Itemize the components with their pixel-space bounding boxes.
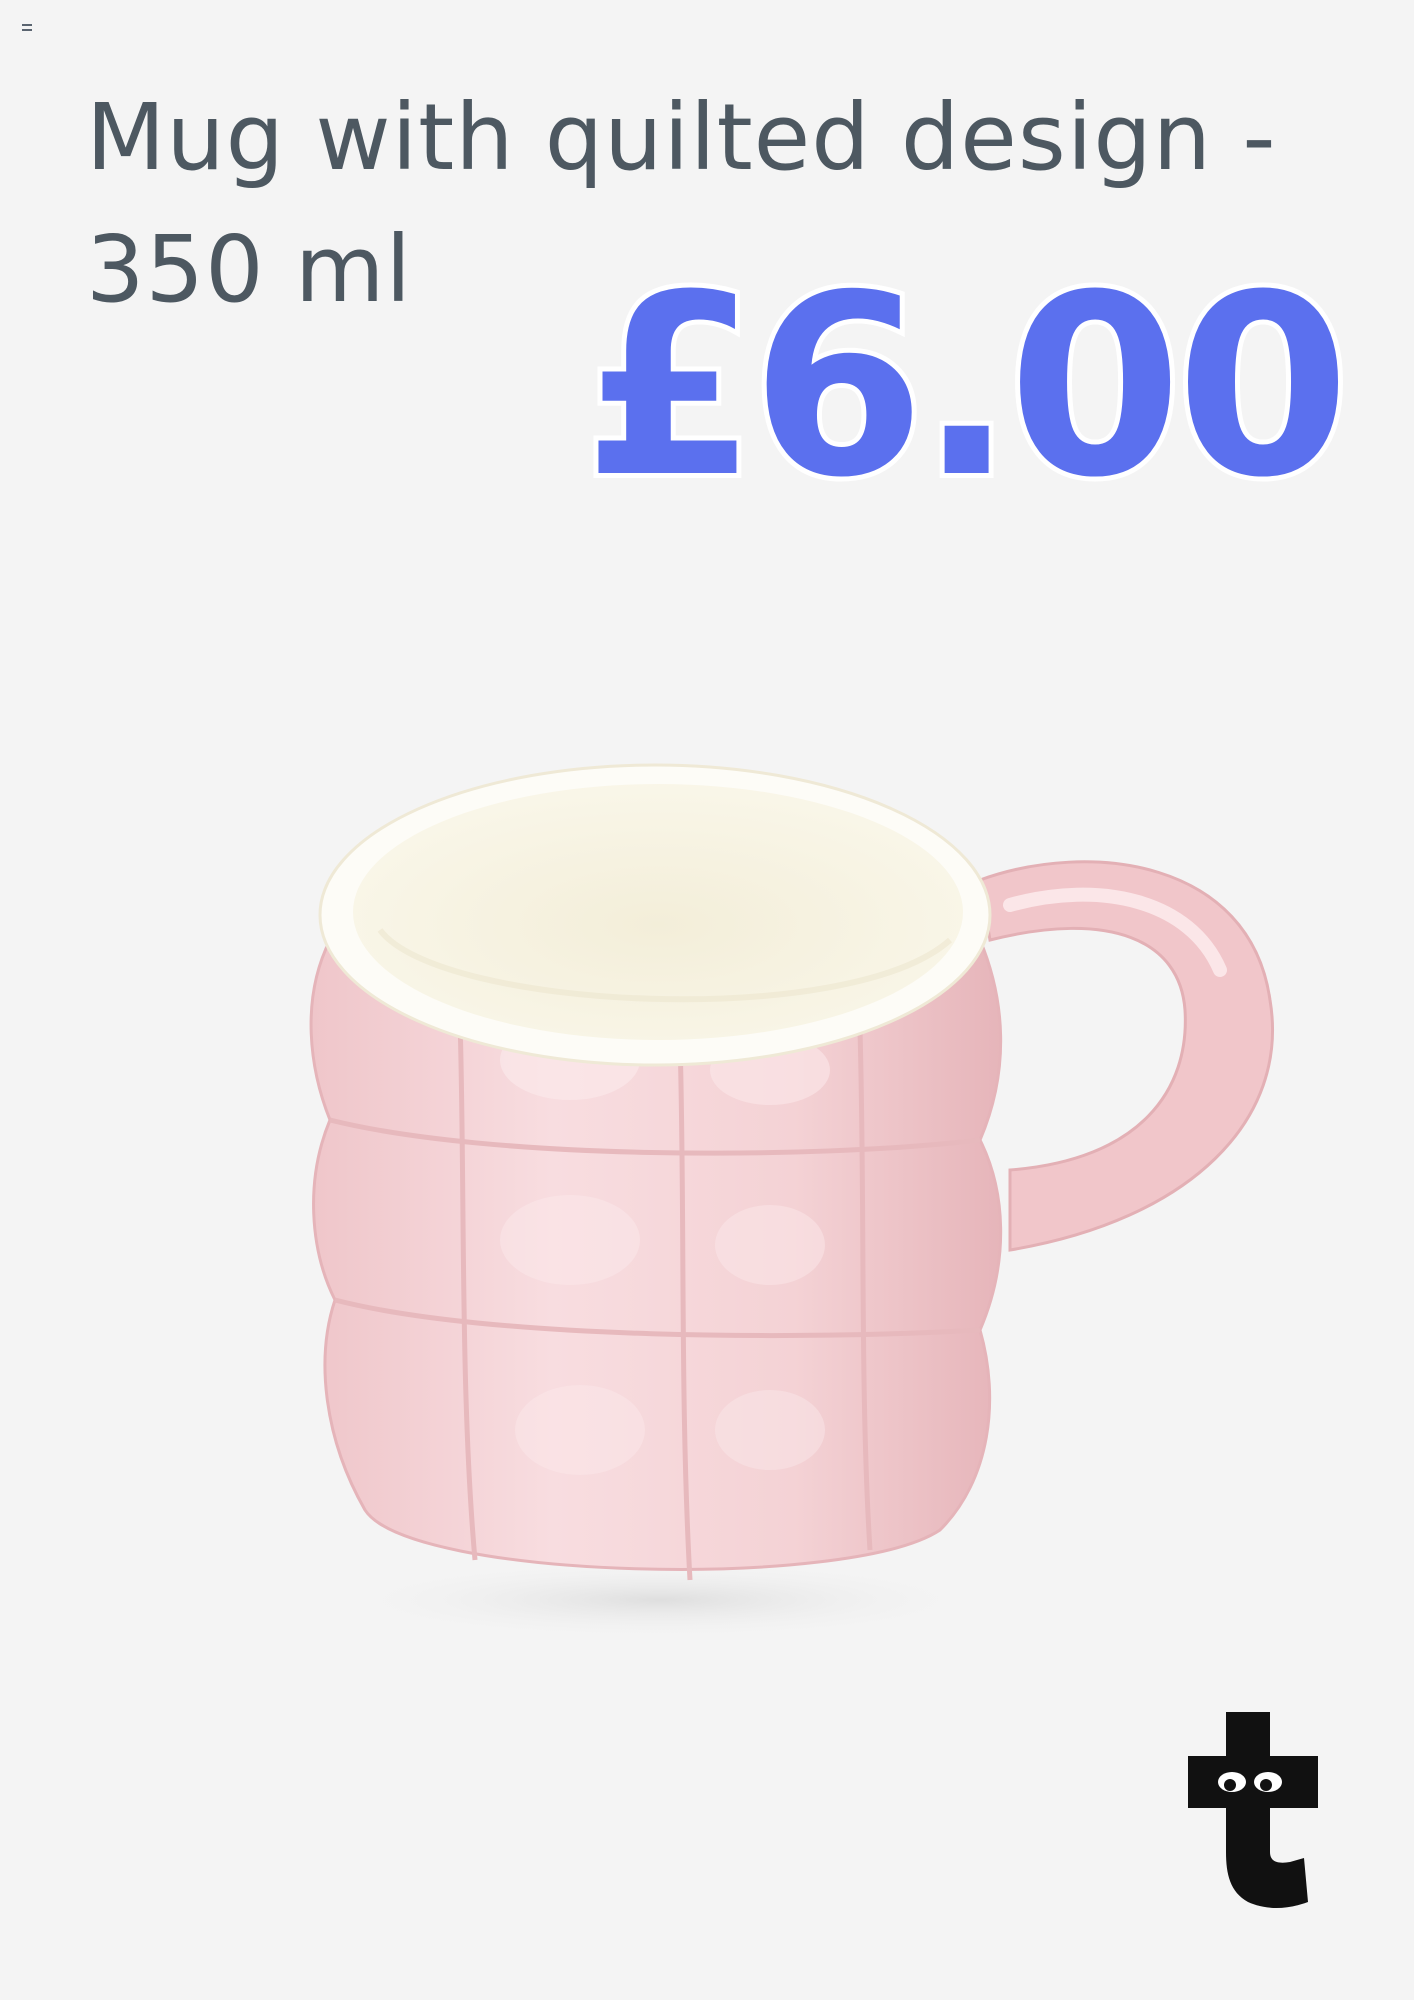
brand-logo bbox=[1188, 1712, 1318, 1908]
product-image-mug bbox=[309, 763, 1275, 1640]
flyer-page: Mug with quilted design - 350 ml £6.00 bbox=[0, 0, 1414, 2000]
menu-icon[interactable] bbox=[22, 24, 32, 31]
product-price: £6.00 bbox=[578, 241, 1355, 532]
product-title-line-1: Mug with quilted design - bbox=[86, 84, 1277, 191]
